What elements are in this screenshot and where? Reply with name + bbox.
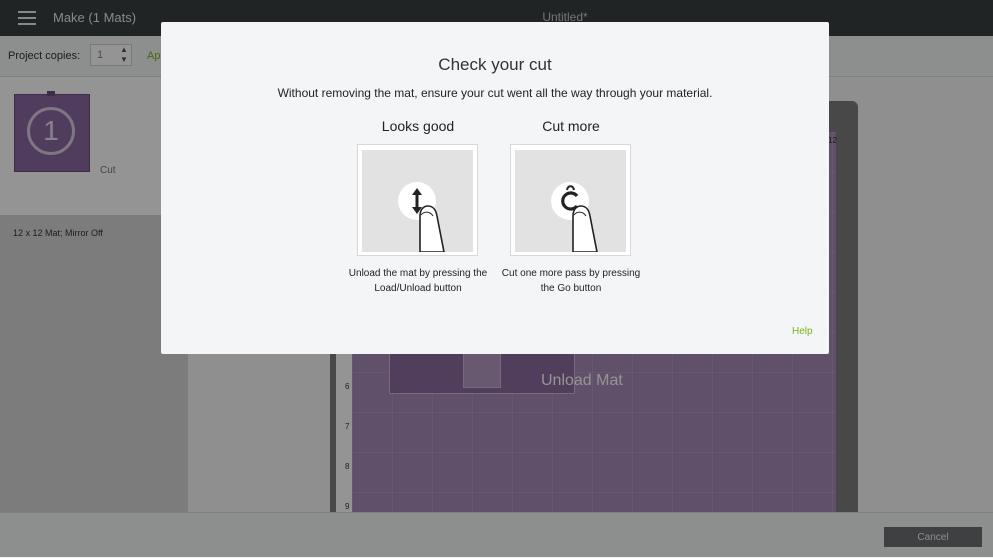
option-caption-looks-good: Unload the mat by pressing the Load/Unlo… [348,268,488,294]
option-cut-more[interactable] [510,144,631,256]
help-link[interactable]: Help [792,326,813,337]
option-illustration [362,150,473,252]
dialog-title: Check your cut [438,55,552,74]
cricut-go-icon [551,182,598,252]
option-looks-good[interactable] [357,144,478,256]
option-heading-cut-more: Cut more [542,118,600,134]
dialog-description: Without removing the mat, ensure your cu… [277,86,713,100]
check-cut-dialog: Check your cut Without removing the mat,… [161,22,829,354]
option-caption-cut-more: Cut one more pass by pressing the Go but… [501,268,641,294]
option-heading-looks-good: Looks good [381,118,455,134]
load-unload-arrows-icon [398,182,445,252]
option-illustration [515,150,626,252]
